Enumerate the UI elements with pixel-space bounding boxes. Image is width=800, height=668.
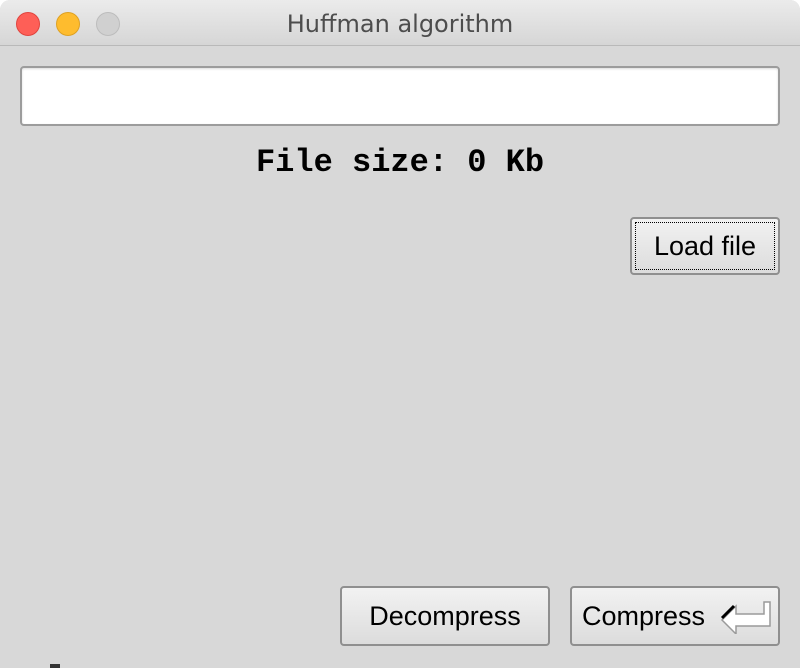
decompress-button[interactable]: Decompress — [340, 586, 550, 646]
window-title: Huffman algorithm — [286, 10, 514, 38]
load-file-button[interactable]: Load file — [630, 217, 780, 275]
compress-button[interactable]: Compress — [570, 586, 780, 646]
load-file-label: Load file — [653, 230, 757, 261]
app-window: Huffman algorithm File size: 0 Kb Load f… — [0, 0, 800, 668]
file-path-input[interactable] — [20, 66, 780, 126]
title-bar: Huffman algorithm — [0, 0, 800, 46]
compress-label: Compress — [582, 600, 706, 631]
return-key-icon — [720, 601, 771, 634]
file-size-label: File size: 0 Kb — [255, 144, 545, 181]
decompress-label: Decompress — [369, 600, 521, 631]
window-edge-mark — [50, 664, 60, 668]
